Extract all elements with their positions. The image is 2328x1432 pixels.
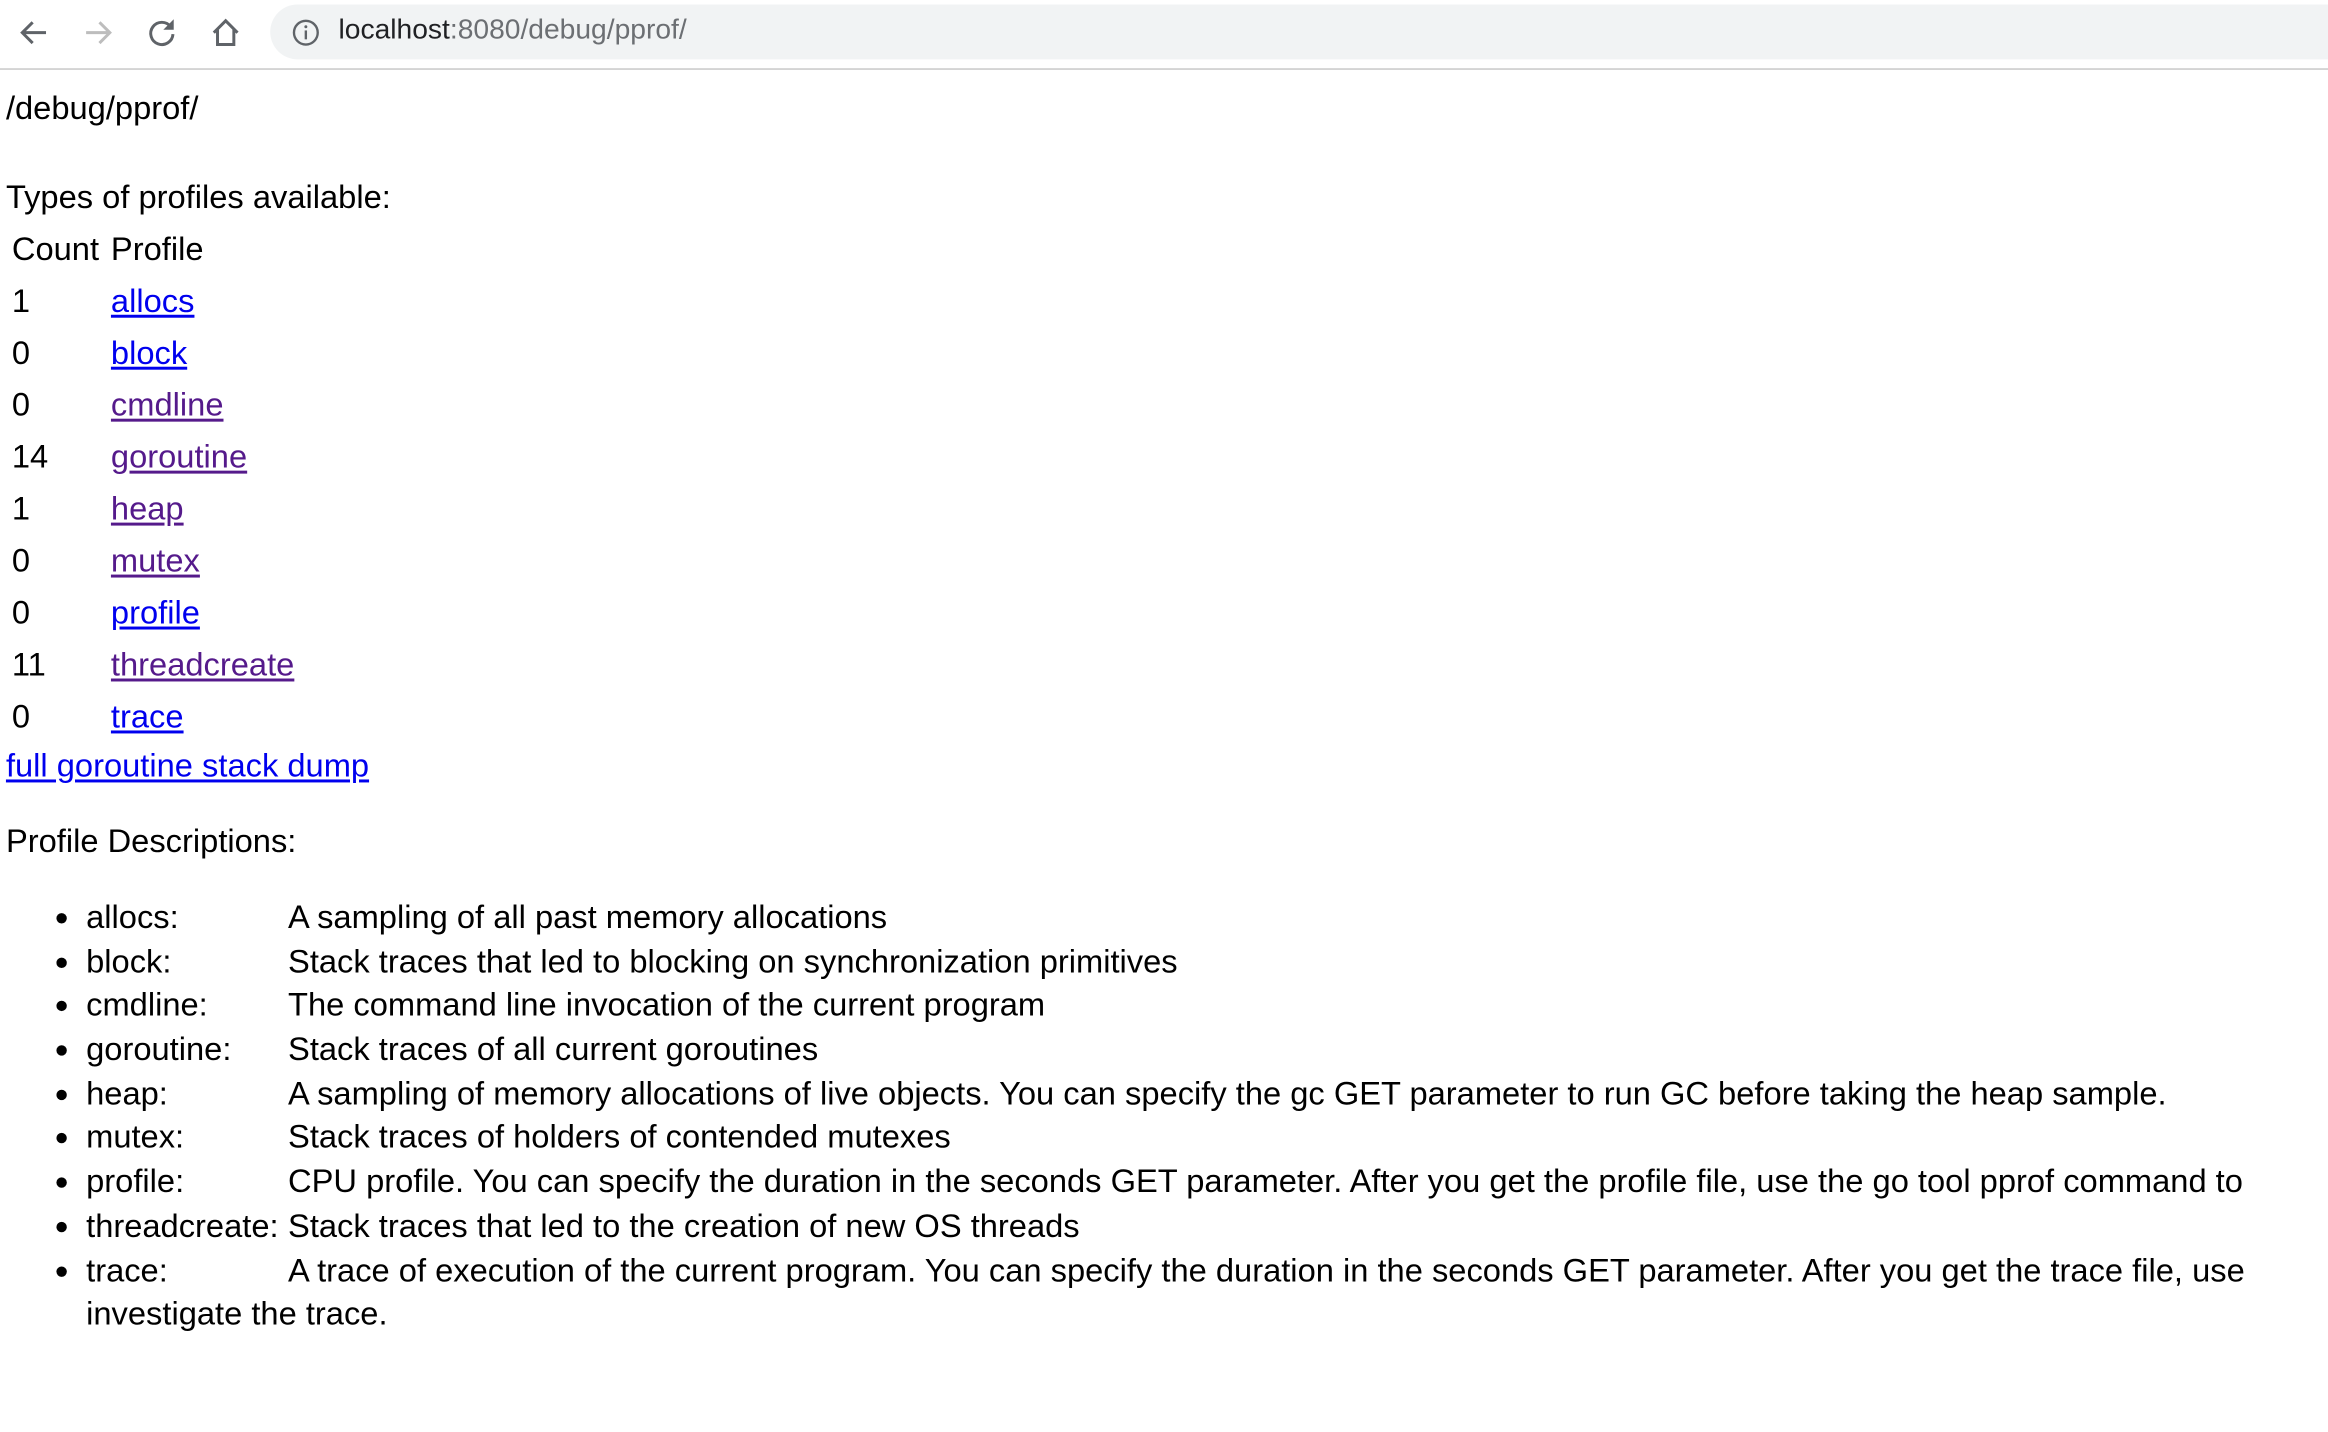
- description-text: Stack traces of all current goroutines: [288, 1030, 819, 1068]
- forward-button[interactable]: [77, 12, 119, 54]
- descriptions-list: allocs: A sampling of all past memory all…: [6, 895, 2328, 1332]
- address-bar[interactable]: localhost:8080/debug/pprof/: [270, 4, 2328, 60]
- profile-link-allocs[interactable]: allocs: [111, 281, 195, 318]
- description-text: A sampling of all past memory allocation…: [288, 898, 888, 936]
- description-name: mutex:: [86, 1118, 185, 1156]
- types-heading: Types of profiles available:: [5, 178, 391, 216]
- description-name: cmdline:: [86, 986, 208, 1024]
- description-item: block: Stack traces that led to blocking …: [86, 939, 2328, 983]
- forward-icon: [86, 21, 112, 45]
- description-text: The command line invocation of the curre…: [288, 986, 1046, 1024]
- profile-cell: mutex: [105, 534, 300, 586]
- table-row: 1 heap: [6, 483, 300, 535]
- profile-link-mutex[interactable]: mutex: [111, 541, 200, 578]
- description-name: threadcreate:: [86, 1206, 279, 1244]
- profile-count: 0: [11, 385, 31, 423]
- profile-link-profile[interactable]: profile: [111, 593, 200, 630]
- description-item: goroutine: Stack traces of all current go…: [86, 1028, 2328, 1072]
- description-name: trace:: [86, 1250, 168, 1288]
- profile-cell: allocs: [105, 275, 300, 327]
- description-item: profile: CPU profile. You can specify the…: [86, 1160, 2328, 1204]
- description-item: heap: A sampling of memory allocations of…: [86, 1072, 2328, 1116]
- home-icon: [212, 18, 239, 47]
- url-path: :8080/debug/pprof/: [449, 14, 687, 47]
- profile-cell: goroutine: [105, 431, 300, 483]
- profile-header: Profile: [110, 229, 204, 267]
- url-text[interactable]: localhost:8080/debug/pprof/: [339, 15, 687, 48]
- profile-cell: heap: [105, 483, 300, 535]
- description-text: Stack traces that led to blocking on syn…: [288, 942, 1178, 980]
- home-button[interactable]: [205, 12, 247, 54]
- reload-button[interactable]: [141, 12, 183, 54]
- description-name: allocs:: [86, 898, 179, 936]
- description-name: profile:: [86, 1162, 185, 1200]
- profile-cell: threadcreate: [105, 638, 300, 690]
- back-button[interactable]: [13, 12, 55, 54]
- table-row: 0 mutex: [6, 534, 300, 586]
- profile-count: 0: [11, 593, 31, 631]
- profile-link-threadcreate[interactable]: threadcreate: [111, 645, 294, 682]
- description-text: A sampling of memory allocations of live…: [288, 1074, 2167, 1112]
- table-row: 0 cmdline: [6, 379, 300, 431]
- description-name: heap:: [86, 1074, 168, 1112]
- profile-cell: trace: [105, 690, 300, 742]
- full-goroutine-stack-dump-link[interactable]: full goroutine stack dump: [6, 744, 369, 789]
- profile-link-cmdline[interactable]: cmdline: [111, 385, 224, 422]
- profile-cell: cmdline: [105, 379, 300, 431]
- info-icon[interactable]: [291, 18, 321, 48]
- table-row: 1 allocs: [6, 275, 300, 327]
- description-text: A trace of execution of the current prog…: [288, 1250, 2245, 1288]
- description-item: cmdline: The command line invocation of t…: [86, 983, 2328, 1027]
- table-row: 0 profile: [6, 586, 300, 638]
- profile-link-goroutine[interactable]: goroutine: [111, 437, 247, 474]
- description-item: trace: A trace of execution of the curren…: [86, 1248, 2328, 1332]
- profile-link-trace[interactable]: trace: [111, 697, 184, 734]
- profile-link-heap[interactable]: heap: [111, 489, 184, 526]
- profile-count: 0: [11, 333, 31, 371]
- profile-link-block[interactable]: block: [111, 333, 187, 370]
- profile-cell: block: [105, 327, 300, 379]
- description-text: Stack traces of holders of contended mut…: [288, 1118, 951, 1156]
- profile-count: 0: [11, 541, 31, 579]
- table-row: 0 trace: [6, 690, 300, 742]
- description-text-continued: investigate the trace.: [86, 1294, 388, 1333]
- description-name: block:: [86, 942, 172, 980]
- url-host: localhost: [338, 14, 450, 47]
- profile-count: 11: [11, 645, 46, 683]
- back-icon: [20, 21, 47, 45]
- description-item: allocs: A sampling of all past memory all…: [86, 895, 2328, 939]
- profile-count: 0: [11, 697, 31, 735]
- page-title: /debug/pprof/: [5, 89, 199, 127]
- profile-count: 14: [11, 437, 49, 475]
- description-item: threadcreate:Stack traces that led to th…: [86, 1204, 2328, 1248]
- table-row: 14 goroutine: [6, 431, 300, 483]
- browser-window: localhost:8080/debug/pprof/ /debug/pprof…: [0, 0, 2328, 1431]
- table-header: Count Profile: [6, 223, 300, 275]
- description-text: Stack traces that led to the creation of…: [288, 1206, 1080, 1244]
- description-text: CPU profile. You can specify the duratio…: [288, 1162, 2243, 1200]
- profiles-table: Count Profile 1 allocs 0 block 0 cmdline 14 gor…: [6, 223, 300, 743]
- browser-toolbar: localhost:8080/debug/pprof/: [0, 0, 2328, 70]
- profile-count: 1: [11, 281, 31, 319]
- description-item: mutex: Stack traces of holders of contend…: [86, 1116, 2328, 1160]
- description-name: goroutine:: [86, 1030, 232, 1068]
- descriptions-heading: Profile Descriptions:: [5, 822, 297, 860]
- page-content: /debug/pprof/ Types of profiles availabl…: [5, 86, 2328, 1332]
- table-row: 11 threadcreate: [6, 638, 300, 690]
- count-header: Count: [11, 229, 100, 267]
- profile-count: 1: [11, 489, 31, 527]
- profile-cell: profile: [105, 586, 300, 638]
- reload-icon: [149, 19, 175, 47]
- table-row: 0 block: [6, 327, 300, 379]
